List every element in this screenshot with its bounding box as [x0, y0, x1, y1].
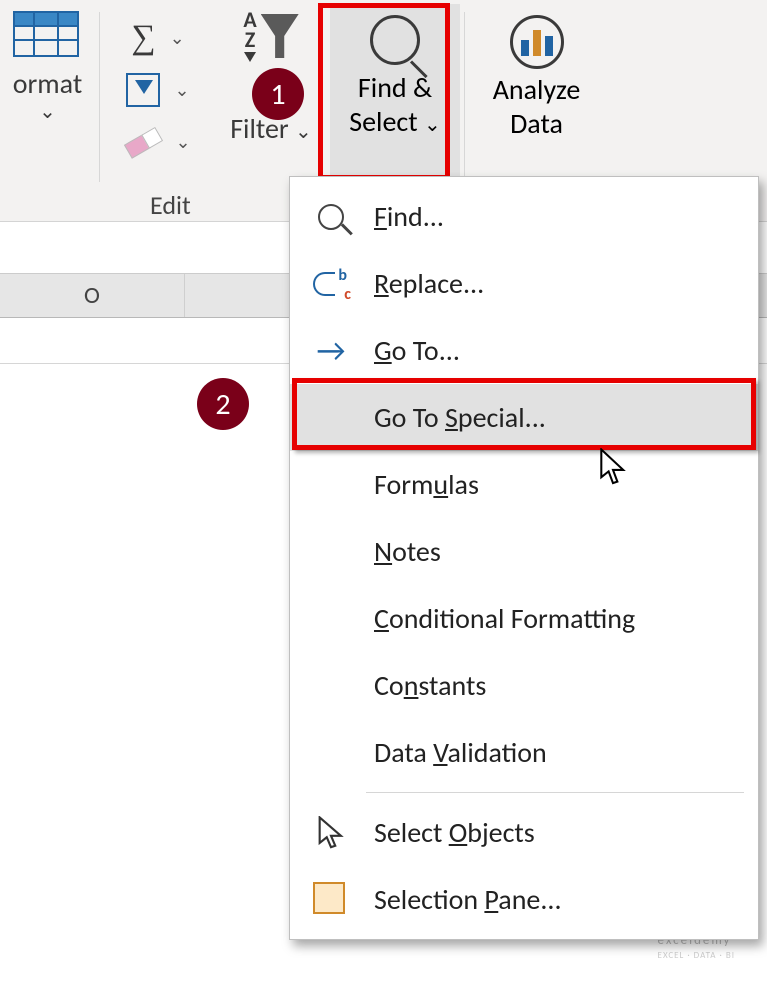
find-select-menu: Find... bc Replace... → Go To... Go To S… — [289, 176, 759, 940]
arrow-right-icon: → — [308, 331, 354, 370]
fill-icon — [126, 73, 160, 107]
cursor-icon — [308, 816, 354, 850]
annotation-highlight-2 — [292, 378, 756, 450]
analyze-label: Analyze Data — [493, 73, 581, 141]
menu-item-find[interactable]: Find... — [290, 183, 758, 250]
chevron-down-icon: ⌄ — [168, 79, 189, 101]
ribbon-group-label: Edit — [150, 189, 191, 221]
annotation-highlight-1 — [318, 3, 450, 180]
pane-icon — [308, 886, 354, 914]
menu-item-constants[interactable]: Constants — [290, 652, 758, 719]
callout-2: 2 — [197, 378, 249, 430]
replace-icon: bc — [308, 268, 354, 300]
menu-item-selection-pane[interactable]: Selection Pane... — [290, 866, 758, 933]
menu-item-replace[interactable]: bc Replace... — [290, 250, 758, 317]
menu-item-notes[interactable]: Notes — [290, 518, 758, 585]
chevron-down-icon: ⌄ — [169, 131, 190, 153]
column-header-p[interactable] — [185, 274, 293, 317]
separator — [464, 12, 465, 182]
cursor-icon — [598, 448, 628, 491]
callout-1: 1 — [252, 68, 304, 120]
search-icon — [308, 204, 354, 230]
format-button[interactable]: ormat ⌄ — [0, 4, 95, 221]
sigma-icon: ∑ — [131, 19, 155, 57]
menu-item-formulas[interactable]: Formulas — [290, 451, 758, 518]
separator — [99, 12, 100, 182]
menu-item-select-objects[interactable]: Select Objects — [290, 799, 758, 866]
menu-item-goto[interactable]: → Go To... — [290, 317, 758, 384]
fill-button[interactable]: ⌄ — [126, 64, 189, 116]
clear-button[interactable]: ⌄ — [125, 116, 190, 168]
autosum-button[interactable]: ∑ ⌄ — [131, 12, 184, 64]
chevron-down-icon: ⌄ — [164, 27, 185, 49]
column-header-o[interactable]: O — [0, 274, 185, 317]
menu-item-conditional-formatting[interactable]: Conditional Formatting — [290, 585, 758, 652]
menu-item-data-validation[interactable]: Data Validation — [290, 719, 758, 786]
format-label: ormat — [13, 66, 82, 101]
analyze-icon — [510, 15, 564, 69]
format-icon — [13, 11, 83, 56]
menu-divider — [366, 792, 744, 793]
chevron-down-icon: ⌄ — [39, 99, 56, 124]
eraser-icon — [121, 122, 165, 163]
